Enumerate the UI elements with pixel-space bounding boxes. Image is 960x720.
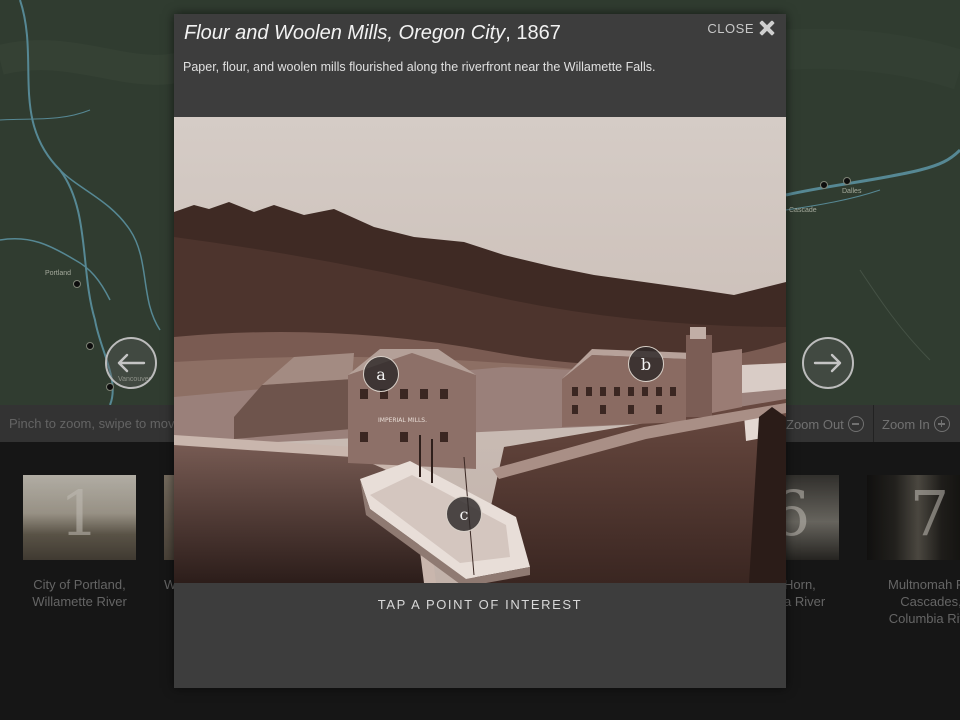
thumbnail-number: 6 <box>786 477 811 550</box>
zoom-in-label: Zoom In <box>882 416 930 432</box>
map-label-cascade: Cascade <box>789 207 817 214</box>
previous-button[interactable] <box>105 337 157 389</box>
arrow-right-icon <box>813 353 842 373</box>
thumbnail-image: 1 <box>23 475 136 560</box>
divider <box>873 405 874 442</box>
map-marker[interactable] <box>106 383 114 391</box>
poi-marker-a[interactable]: a <box>363 356 399 392</box>
thumbnail-caption: Multnomah Fal Cascades, Columbia Rive <box>888 577 960 626</box>
map-marker[interactable] <box>820 181 828 189</box>
thumbnail-number: 7 <box>909 477 950 550</box>
map-marker[interactable] <box>86 342 94 350</box>
photo-detail-modal: Flour and Woolen Mills, Oregon City, 186… <box>174 14 786 688</box>
thumbnail-image: 7 <box>867 475 960 560</box>
close-button[interactable]: CLOSE <box>707 20 775 36</box>
app-screen: Portland Vancouver Dalles Cascade Pinch … <box>0 0 960 720</box>
thumbnail-caption: Horn, a River <box>784 577 826 609</box>
poi-instruction: TAP A POINT OF INTEREST <box>377 597 583 612</box>
zoom-in-icon <box>933 416 950 432</box>
close-label: CLOSE <box>707 20 754 36</box>
mill-sign: IMPERIAL MILLS. <box>378 417 427 424</box>
zoom-out-icon <box>847 416 864 432</box>
photo-title-name: Flour and Woolen Mills, Oregon City <box>184 22 506 44</box>
map-marker[interactable] <box>843 177 851 185</box>
thumbnail-number: 1 <box>59 477 100 550</box>
map-label-portland: Portland <box>45 270 72 277</box>
photo-title: Flour and Woolen Mills, Oregon City, 186… <box>184 22 561 45</box>
arrow-left-icon <box>117 353 146 373</box>
zoom-out-label: Zoom Out <box>786 416 844 432</box>
historic-photo[interactable]: IMPERIAL MILLS. a b c <box>174 117 786 583</box>
thumbnail-caption: City of Portland, Willamette River <box>32 577 127 609</box>
close-icon <box>759 20 775 36</box>
map-label-dalles: Dalles <box>842 188 862 195</box>
next-button[interactable] <box>802 337 854 389</box>
poi-marker-b[interactable]: b <box>628 346 664 382</box>
poi-marker-c[interactable]: c <box>446 496 482 532</box>
zoom-out-button[interactable]: Zoom Out <box>786 414 864 434</box>
thumbnail-image: 6 <box>786 475 839 560</box>
photo-description: Paper, flour, and woolen mills flourishe… <box>183 60 656 74</box>
gesture-hint: Pinch to zoom, swipe to move <box>9 416 182 431</box>
map-marker[interactable] <box>73 280 81 288</box>
zoom-in-button[interactable]: Zoom In <box>882 414 950 434</box>
photo-title-year: , 1867 <box>505 22 561 44</box>
